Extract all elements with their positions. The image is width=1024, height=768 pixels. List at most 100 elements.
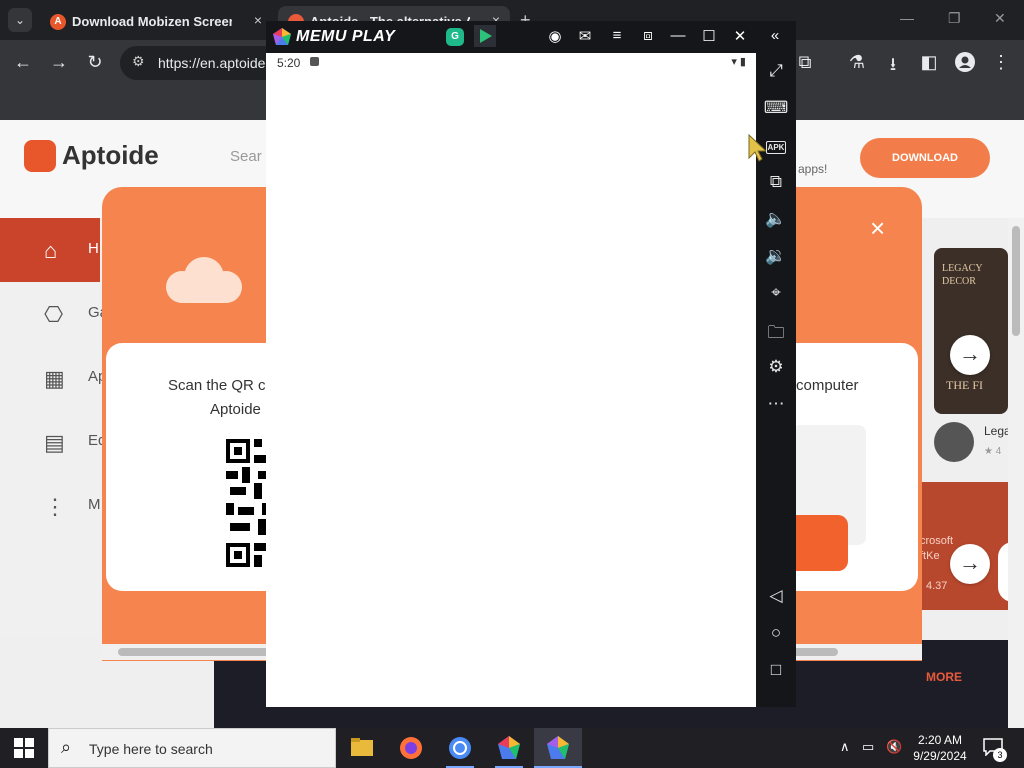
modal-close-icon[interactable]: ×: [870, 213, 885, 244]
apps-text: apps!: [798, 162, 828, 176]
browser-menu-icon[interactable]: ⋮: [990, 52, 1012, 73]
home-icon: ⌂: [44, 238, 58, 263]
minimize-icon[interactable]: —: [667, 27, 689, 44]
sidebar-item-label: H: [88, 240, 99, 257]
memu-title-bar[interactable]: MEMU PLAY G ◉ ✉ ≡ ⧈ — ☐ ✕ «: [266, 21, 796, 53]
clock-date[interactable]: 9/29/2024: [910, 749, 970, 763]
profile-avatar-icon[interactable]: [954, 52, 976, 77]
site-info-icon[interactable]: ⚙: [132, 53, 145, 70]
extensions-icon[interactable]: ⧉: [794, 52, 816, 73]
status-notification-icon: [310, 57, 319, 66]
swiftkey-title: crosoft ftKe: [920, 535, 954, 563]
aptoide-favicon-icon: A: [50, 14, 66, 30]
collapse-sidebar-icon[interactable]: «: [764, 27, 786, 44]
sidebar-item-editorial[interactable]: ▤ Ed: [0, 410, 106, 474]
sidebar-item-home[interactable]: ⌂ H: [0, 218, 100, 282]
more-link[interactable]: MORE: [926, 670, 962, 684]
play-store-tab-icon[interactable]: [474, 25, 496, 47]
url-text: https://en.aptoide: [158, 55, 266, 71]
close-icon[interactable]: ✕: [729, 27, 751, 45]
download-icon[interactable]: ⭳: [882, 52, 904, 82]
volume-down-icon[interactable]: 🔉: [756, 246, 796, 266]
maximize-icon[interactable]: ☐: [698, 27, 720, 45]
qr-instruction-line2: Aptoide: [210, 401, 261, 418]
tray-expand-icon[interactable]: ∧: [840, 739, 850, 755]
minimize-button[interactable]: —: [900, 10, 914, 26]
tab-mobizen[interactable]: A Download Mobizen Screen Re ×: [40, 6, 272, 40]
more-horizontal-icon[interactable]: ⋯: [756, 394, 796, 414]
folder-icon[interactable]: 🗀: [756, 320, 796, 349]
account-icon[interactable]: ◉: [544, 27, 566, 45]
memu-app-tab-icon[interactable]: G: [446, 28, 464, 46]
reload-icon[interactable]: ↻: [84, 52, 106, 73]
page-scrollbar-thumb[interactable]: [1012, 226, 1020, 336]
back-arrow-icon[interactable]: ←: [12, 52, 34, 73]
download-button[interactable]: DOWNLOAD: [860, 138, 990, 178]
gamepad-icon: ⎔: [44, 302, 64, 327]
sidebar-item-label: M: [88, 496, 101, 513]
tab-search-button[interactable]: ⌄: [8, 8, 32, 32]
network-icon[interactable]: ▭: [862, 739, 874, 755]
windows-taskbar: ⌕ Type here to search ∧ ▭ 🔇 2:20 AM 9/29…: [0, 728, 1024, 768]
qr-instruction-line1: Scan the QR c: [168, 377, 266, 394]
android-recents-icon[interactable]: □: [756, 660, 796, 680]
forward-arrow-icon[interactable]: →: [48, 52, 70, 73]
taskbar-memu-multi[interactable]: [534, 728, 582, 768]
taskbar-firefox[interactable]: [387, 728, 435, 768]
volume-up-icon[interactable]: 🔈: [756, 209, 796, 229]
taskbar-chrome[interactable]: [436, 728, 484, 768]
taskbar-file-explorer[interactable]: [338, 728, 386, 768]
aptoide-logo-icon[interactable]: [24, 140, 56, 172]
sidebar-item-games[interactable]: ⎔ Ga: [0, 282, 108, 346]
volume-muted-icon[interactable]: 🔇: [886, 739, 902, 755]
sidebar-item-more[interactable]: ⋮ M: [0, 474, 101, 538]
legacy-card-subtitle: THE FI: [946, 378, 983, 392]
android-back-icon[interactable]: ◁: [756, 586, 796, 606]
carousel-next-button[interactable]: →: [950, 335, 990, 375]
memu-title: MEMU PLAY: [296, 28, 396, 45]
labs-flask-icon[interactable]: ⚗: [846, 52, 868, 73]
multi-instance-icon[interactable]: ⧉: [756, 172, 796, 192]
tab-title: Download Mobizen Screen Re: [72, 14, 232, 29]
android-screen[interactable]: 5:20 ▾ ▮: [266, 53, 756, 707]
article-icon: ▤: [44, 430, 65, 455]
mail-icon[interactable]: ✉: [574, 27, 596, 45]
carousel-next-button[interactable]: →: [950, 544, 990, 584]
computer-instruction: computer: [796, 377, 859, 394]
computer-download-button[interactable]: [792, 515, 848, 571]
aptoide-search[interactable]: Sear: [230, 148, 262, 165]
location-icon[interactable]: ⌖: [756, 283, 796, 303]
aptoide-sidebar: ⌂ H ⎔ Ga ▦ Ap ▤ Ed ⋮ M: [0, 218, 108, 638]
tab-close-icon[interactable]: ×: [254, 12, 262, 28]
aptoide-logo[interactable]: Aptoide: [62, 140, 159, 171]
taskbar-memu[interactable]: [485, 728, 533, 768]
clock-time[interactable]: 2:20 AM: [915, 733, 965, 747]
fullscreen-icon[interactable]: ⤢: [756, 61, 796, 81]
legacy-app-name: Lega: [984, 424, 1011, 438]
notification-count-badge: 3: [993, 748, 1007, 762]
mouse-cursor-icon: [748, 134, 766, 162]
memu-icon: [498, 736, 520, 759]
screen-record-icon[interactable]: ⧈: [637, 27, 659, 44]
close-window-button[interactable]: ✕: [994, 10, 1006, 27]
settings-gear-icon[interactable]: ⚙: [756, 357, 796, 377]
firefox-icon: [400, 737, 422, 759]
memu-emulator-window: MEMU PLAY G ◉ ✉ ≡ ⧈ — ☐ ✕ « 5:20 ▾ ▮ ⤢ ⌨…: [266, 21, 796, 707]
more-vertical-icon: ⋮: [44, 494, 66, 519]
legacy-app-icon[interactable]: [934, 422, 974, 462]
windows-start-icon[interactable]: [14, 738, 34, 758]
status-time: 5:20: [277, 56, 301, 70]
memu-multi-icon: [547, 736, 569, 759]
legacy-card-title: LEGACY DECOR: [942, 263, 983, 287]
swiftkey-rating: 4.37: [926, 580, 948, 592]
menu-icon[interactable]: ≡: [606, 27, 628, 44]
android-home-icon[interactable]: ○: [756, 623, 796, 643]
side-panel-icon[interactable]: ◧: [918, 52, 940, 73]
taskbar-search[interactable]: ⌕ Type here to search: [48, 728, 336, 768]
keyboard-icon[interactable]: ⌨: [756, 98, 796, 118]
restore-button[interactable]: ❐: [948, 10, 961, 27]
status-wifi-battery-icon: ▾ ▮: [731, 56, 746, 68]
grid-icon: ▦: [44, 366, 65, 391]
folder-icon: [351, 738, 373, 756]
sidebar-item-apps[interactable]: ▦ Ap: [0, 346, 106, 410]
